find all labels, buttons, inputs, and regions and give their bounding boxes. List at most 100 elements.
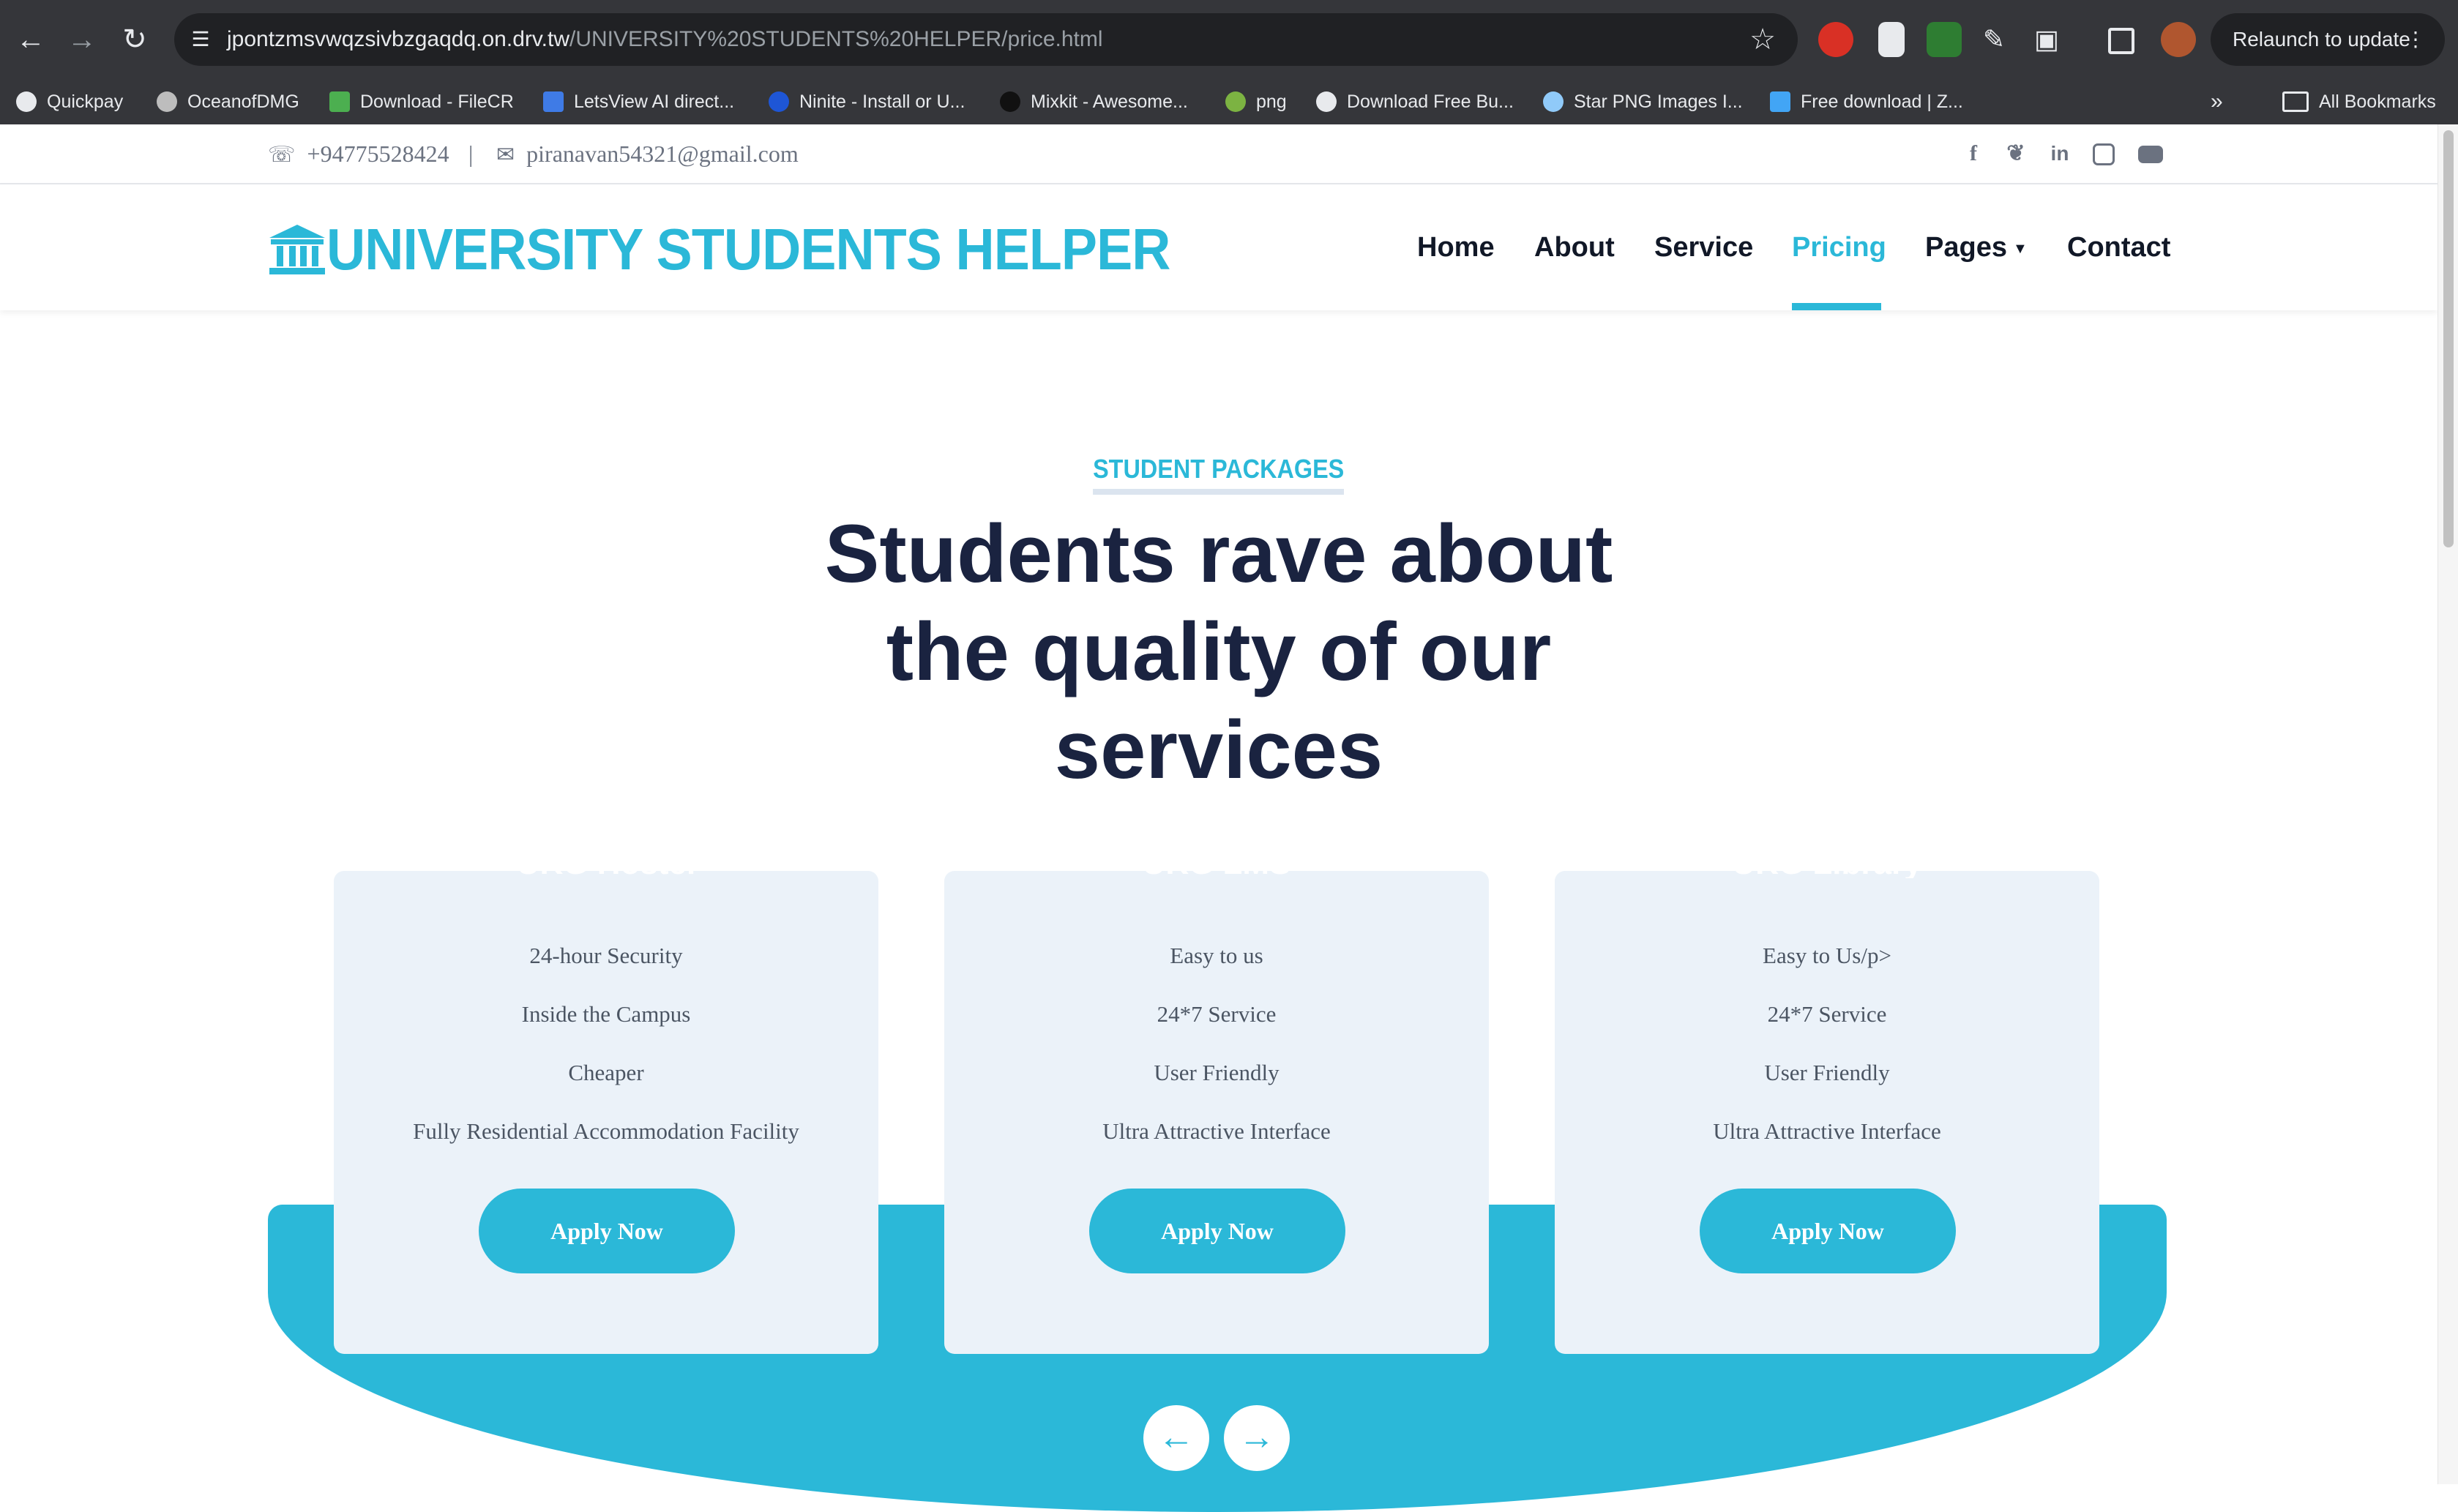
card-feature: 24-hour Security [529,943,683,968]
bookmarks-overflow-icon[interactable]: » [2211,79,2223,124]
ninite-icon [769,91,789,112]
bookmark-item[interactable]: Download Free Bu... [1316,79,1514,124]
extension-pen-icon[interactable]: ✎ [1976,22,2011,57]
contact-topbar: ☏ +94775528424 | ✉ piranavan54321@gmail.co… [0,124,2438,184]
email-contact[interactable]: ✉ piranavan54321@gmail.com [496,124,799,183]
card-feature: Ultra Attractive Interface [1102,1118,1331,1144]
brand-name: UNIVERSITY STUDENTS HELPER [326,217,1170,282]
all-bookmarks-label: All Bookmarks [2319,91,2436,112]
card-title: UKG LMS [1142,849,1291,878]
bookmark-item[interactable]: Ninite - Install or U... [769,79,965,124]
card-title: UKG Library [1732,849,1922,878]
wordpress-icon [1316,91,1337,112]
leaf-icon [1225,91,1246,112]
bookmark-label: Download - FileCR [360,91,514,112]
globe-icon [16,91,37,112]
arrow-left-icon: ← [1158,1416,1195,1457]
bookmark-label: Star PNG Images I... [1574,91,1743,112]
extension-adblock-icon[interactable] [1818,22,1853,57]
pricing-card: UKG Hostel 24-hour Security Inside the C… [334,849,878,1354]
facebook-icon[interactable]: f [1959,139,1988,168]
arrow-right-icon: → [1239,1416,1275,1457]
topbar-separator: | [468,141,474,167]
carousel-prev-button[interactable]: ← [1143,1405,1209,1471]
nav-home[interactable]: Home [1417,224,1495,271]
scrollbar-thumb[interactable] [2443,130,2454,547]
linkedin-icon[interactable]: in [2045,139,2074,168]
bookmark-label: Mixkit - Awesome... [1031,91,1188,112]
bookmark-item[interactable]: Quickpay [16,79,123,124]
apple-icon [157,91,177,112]
apply-now-button[interactable]: Apply Now [1089,1189,1345,1273]
pricing-card: UKG LMS Easy to us 24*7 Service User Fri… [944,849,1489,1354]
bookmark-label: Download Free Bu... [1347,91,1514,112]
email-address: piranavan54321@gmail.com [526,141,799,167]
apply-now-button[interactable]: Apply Now [479,1189,735,1273]
filecr-icon [329,91,350,112]
card-feature: Inside the Campus [521,1001,691,1027]
bookmark-label: LetsView AI direct... [574,91,735,112]
card-feature: User Friendly [1154,1060,1280,1085]
phone-icon: ☏ [268,142,296,168]
nav-pricing[interactable]: Pricing [1792,224,1886,271]
brand-logo[interactable]: UNIVERSITY STUDENTS HELPER [268,217,1244,282]
phone-contact[interactable]: ☏ +94775528424 [268,124,449,183]
bookmark-star-icon[interactable]: ☆ [1747,23,1779,56]
url-host: jpontzmsvwqzsivbzgaqdq.on.drv.tw [227,27,569,51]
main-navbar: UNIVERSITY STUDENTS HELPER Home About Se… [0,184,2438,310]
browser-toolbar: ← → ↻ ☰ jpontzmsvwqzsivbzgaqdq.on.drv.tw… [0,0,2458,79]
bookmark-item[interactable]: Star PNG Images I... [1543,79,1743,124]
bookmark-item[interactable]: Download - FileCR [329,79,514,124]
bookmark-item[interactable]: OceanofDMG [157,79,299,124]
card-feature: User Friendly [1764,1060,1890,1085]
zcool-icon [1770,91,1790,112]
card-feature: Fully Residential Accommodation Facility [413,1118,799,1144]
nav-about[interactable]: About [1534,224,1615,271]
extension-rocket-icon[interactable] [1927,22,1962,57]
bookmark-label: Ninite - Install or U... [799,91,965,112]
bookmark-item[interactable]: LetsView AI direct... [543,79,734,124]
nav-contact[interactable]: Contact [2067,224,2170,271]
url-path: /UNIVERSITY%20STUDENTS%20HELPER/price.ht… [569,27,1103,51]
extension-doc-icon[interactable] [1878,22,1905,57]
phone-number: +94775528424 [307,141,449,167]
relaunch-button[interactable]: Relaunch to update ⋮ [2211,13,2445,66]
back-icon[interactable]: ← [7,16,54,63]
page-scrollbar[interactable] [2438,124,2458,1484]
profile-avatar[interactable] [2161,22,2196,57]
nav-pages-label: Pages [1925,232,2007,263]
letsview-icon [543,91,564,112]
section-kicker: STUDENT PACKAGES [0,454,2438,495]
bookmark-item[interactable]: Free download | Z... [1770,79,1963,124]
twitter-icon[interactable]: ❦ [2001,139,2031,168]
card-feature: 24*7 Service [1767,1001,1887,1027]
card-feature: Cheaper [568,1060,644,1085]
instagram-icon[interactable] [2089,139,2118,168]
pricing-card: UKG Library Easy to Us/p> 24*7 Service U… [1555,849,2099,1354]
carousel-next-button[interactable]: → [1224,1405,1290,1471]
address-bar[interactable]: ☰ jpontzmsvwqzsivbzgaqdq.on.drv.tw/UNIVE… [174,13,1798,66]
university-icon [269,225,325,274]
extensions-puzzle-icon[interactable]: ▣ [2029,22,2064,57]
bookmark-label: Free download | Z... [1801,91,1963,112]
card-feature: Easy to us [1170,943,1263,968]
url-text[interactable]: jpontzmsvwqzsivbzgaqdq.on.drv.tw/UNIVERS… [227,13,1103,66]
bookmark-item[interactable]: Mixkit - Awesome... [1000,79,1188,124]
section-heading: Students rave about the quality of our s… [824,508,1613,796]
card-title: UKG Hostel [516,849,696,878]
side-panel-icon[interactable] [2108,28,2134,54]
youtube-icon[interactable] [2136,139,2165,168]
forward-icon[interactable]: → [59,16,105,63]
relaunch-label: Relaunch to update [2233,28,2410,50]
bookmark-label: png [1256,91,1287,112]
all-bookmarks[interactable]: All Bookmarks [2282,79,2436,124]
more-menu-icon[interactable]: ⋮ [2405,13,2426,66]
site-info-icon[interactable]: ☰ [187,26,214,53]
apply-now-button[interactable]: Apply Now [1700,1189,1956,1273]
nav-service[interactable]: Service [1654,224,1753,271]
card-feature: 24*7 Service [1157,1001,1277,1027]
nav-pages-dropdown[interactable]: Pages ▼ [1925,224,2028,271]
caret-down-icon: ▼ [2012,240,2028,257]
reload-icon[interactable]: ↻ [111,16,158,63]
bookmark-item[interactable]: png [1225,79,1287,124]
